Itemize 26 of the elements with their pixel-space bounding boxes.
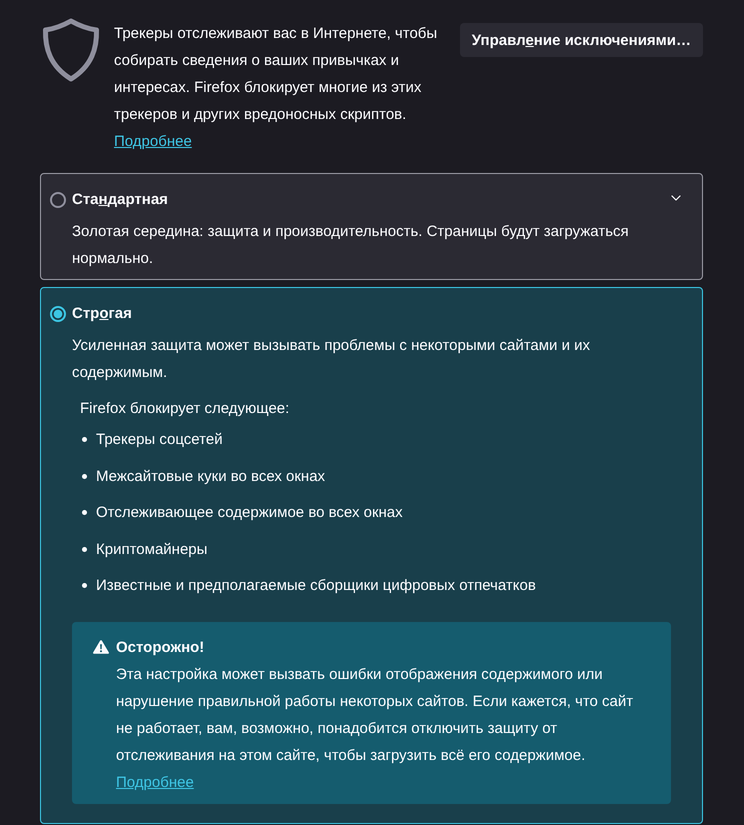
blocked-item: Трекеры соцсетей — [96, 430, 223, 450]
blocked-item: Межсайтовые куки во всех окнах — [96, 466, 326, 486]
warning-icon — [93, 640, 109, 654]
warning-text: Эта настройка может вызвать ошибки отображения содержимого или нарушение правильной работы некоторых сайтов. Если кажется, что сайт не работает, вам, возможно, понадобится отключить защиту от отслеживания на этом сайте, чтобы загрузить всё его содержимое. — [116, 665, 634, 766]
manage-exceptions-button[interactable]: Управление исключениями… — [460, 23, 703, 57]
option-title: Строгая — [72, 304, 132, 324]
bullet-icon — [82, 510, 87, 515]
blocks-heading: Firefox блокирует следующее: — [80, 399, 290, 419]
warning-title: Осторожно! — [116, 638, 204, 658]
blocked-item: Отслеживающее содержимое во всех окнах — [96, 503, 403, 523]
shield-icon — [42, 18, 100, 82]
bullet-icon — [82, 437, 87, 442]
intro-text: Трекеры отслеживают вас в Интернете, чтобы собирать сведения о ваших привычках и интересах. Firefox блокирует многие из этих трекеров и других вредоносных скриптов. — [114, 24, 438, 125]
bullet-icon — [82, 546, 87, 552]
learn-more-link[interactable]: Подробнее — [114, 128, 192, 155]
chevron-down-icon[interactable] — [671, 195, 681, 201]
radio-button[interactable] — [50, 192, 66, 208]
bullet-icon — [82, 474, 87, 478]
blocked-item: Известные и предполагаемые сборщики цифровых отпечатков — [96, 576, 536, 596]
option-description: Усиленная защита может вызывать проблемы с некоторыми сайтами и их содержимым. — [72, 336, 592, 383]
bullet-icon — [82, 583, 87, 588]
blocked-item: Криптомайнеры — [96, 540, 208, 560]
option-description: Золотая середина: защита и производительность. Страницы будут загружаться нормально. — [72, 222, 630, 269]
option-title: Стандартная — [72, 190, 168, 210]
learn-more-link[interactable]: Подробнее — [116, 769, 194, 796]
radio-button[interactable] — [50, 306, 66, 322]
